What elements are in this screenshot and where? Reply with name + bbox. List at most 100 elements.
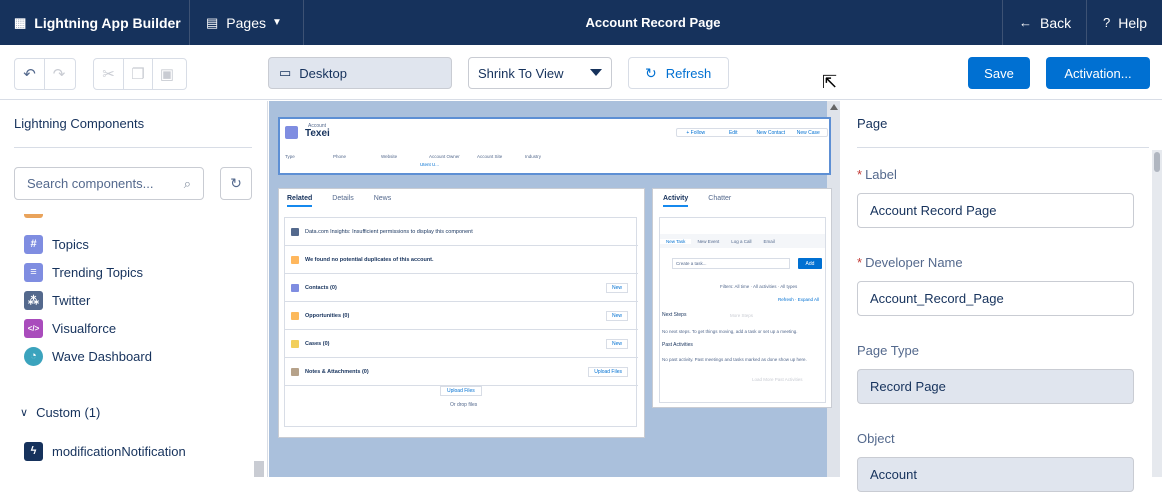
related-label: Data.com Insights: Insufficient permissi… bbox=[305, 228, 473, 235]
component-twitter[interactable]: ⁂ Twitter bbox=[24, 290, 90, 310]
next-steps-heading: Next Steps bbox=[662, 312, 687, 318]
related-list-container: Data.com Insights: Insufficient permissi… bbox=[284, 217, 638, 427]
properties-scrollbar[interactable] bbox=[1152, 150, 1162, 477]
component-topics[interactable]: # Topics bbox=[24, 234, 89, 254]
back-label: Back bbox=[1040, 14, 1072, 31]
view-mode-label: Desktop bbox=[299, 65, 347, 81]
network-icon: ⁂ bbox=[24, 290, 43, 310]
owner-value: Utent U... bbox=[420, 162, 440, 167]
new-button[interactable]: New bbox=[605, 283, 628, 293]
developer-name-text: Developer Name bbox=[865, 255, 963, 270]
custom-section-label: Custom (1) bbox=[36, 405, 101, 420]
refresh-icon: ↻ bbox=[645, 64, 657, 81]
new-button[interactable]: New bbox=[605, 339, 628, 349]
refresh-expand-links[interactable]: Refresh · Expand All bbox=[778, 297, 819, 302]
help-button[interactable]: ? Help bbox=[1086, 0, 1162, 45]
top-bar: ▦ Lightning App Builder ▤ Pages ▼ Accoun… bbox=[0, 0, 1162, 45]
search-placeholder: Search components... bbox=[27, 176, 154, 191]
record-header-component[interactable]: Account Texei + Follow Edit New Contact … bbox=[278, 117, 831, 175]
page-type-value: Record Page bbox=[857, 369, 1134, 404]
label-field-text: Label bbox=[865, 167, 897, 182]
subtab-new-task[interactable]: New Task bbox=[660, 238, 692, 244]
create-task-input[interactable]: Create a task... bbox=[672, 258, 790, 269]
insights-icon bbox=[291, 227, 299, 236]
divider bbox=[14, 147, 252, 148]
desktop-view-button[interactable]: ▭ Desktop bbox=[268, 57, 452, 89]
caret-down-icon bbox=[590, 69, 602, 76]
wave-icon: ◔ bbox=[24, 346, 43, 366]
tab-news[interactable]: News bbox=[374, 195, 392, 207]
add-button[interactable]: Add bbox=[798, 258, 822, 269]
partial-component-icon bbox=[24, 214, 43, 218]
component-trending-topics[interactable]: ≡ Trending Topics bbox=[24, 262, 143, 282]
component-label: modificationNotification bbox=[52, 443, 186, 459]
new-case-button[interactable]: New Case bbox=[790, 129, 828, 136]
past-activities-heading: Past Activities bbox=[662, 342, 693, 348]
field-label: Phone bbox=[333, 154, 347, 159]
upload-files-link[interactable]: Upload Files bbox=[588, 367, 628, 377]
related-row: Opportunities (0) New bbox=[285, 302, 638, 330]
new-button[interactable]: New bbox=[605, 311, 628, 321]
search-input[interactable]: Search components... ⌕ bbox=[14, 167, 204, 200]
opportunities-icon bbox=[291, 311, 299, 320]
page-canvas: Account Texei + Follow Edit New Contact … bbox=[269, 101, 840, 477]
undo-icon[interactable]: ↶ bbox=[15, 59, 44, 89]
lightning-icon: ϟ bbox=[24, 441, 43, 461]
reload-components-button[interactable]: ↻ bbox=[220, 167, 252, 200]
component-label: Trending Topics bbox=[52, 264, 144, 280]
code-icon: </> bbox=[24, 318, 43, 338]
related-tabs-component[interactable]: Related Details News Data.com Insights: … bbox=[278, 188, 645, 438]
tab-related[interactable]: Related bbox=[287, 195, 313, 207]
subtab-new-event[interactable]: New Event bbox=[691, 239, 725, 244]
refresh-icon: ↻ bbox=[230, 175, 242, 191]
tab-chatter[interactable]: Chatter bbox=[708, 195, 731, 207]
edit-button[interactable]: Edit bbox=[715, 129, 753, 136]
tab-activity[interactable]: Activity bbox=[663, 195, 689, 207]
component-visualforce[interactable]: </> Visualforce bbox=[24, 318, 116, 338]
scrollbar-thumb[interactable] bbox=[1154, 152, 1160, 172]
object-value: Account bbox=[857, 457, 1134, 492]
developer-name-input[interactable]: Account_Record_Page bbox=[857, 281, 1134, 316]
activity-tabs-component[interactable]: Activity Chatter New Task New Event Log … bbox=[652, 188, 832, 408]
paste-icon[interactable]: ▣ bbox=[152, 59, 181, 89]
label-field-label: * Label bbox=[857, 167, 897, 182]
subtab-log-call[interactable]: Log a Call bbox=[725, 239, 757, 244]
copy-icon[interactable]: ❐ bbox=[123, 59, 152, 89]
create-task-placeholder: Create a task... bbox=[676, 261, 707, 266]
custom-section-toggle[interactable]: ∨ Custom (1) bbox=[20, 405, 100, 420]
load-more-button[interactable]: Load More Past Activities bbox=[752, 377, 803, 382]
hash-icon: # bbox=[24, 234, 43, 254]
component-label: Wave Dashboard bbox=[52, 348, 152, 364]
cut-icon[interactable]: ✂ bbox=[94, 59, 123, 89]
activation-button[interactable]: Activation... bbox=[1046, 57, 1150, 89]
question-icon: ? bbox=[1103, 15, 1111, 30]
new-contact-button[interactable]: New Contact bbox=[752, 129, 790, 136]
more-steps-button[interactable]: More Steps bbox=[730, 313, 753, 318]
label-input[interactable]: Account Record Page bbox=[857, 193, 1134, 228]
object-label: Object bbox=[857, 431, 895, 446]
redo-icon[interactable]: ↷ bbox=[44, 59, 73, 89]
subtab-email[interactable]: Email bbox=[757, 239, 780, 244]
refresh-button[interactable]: ↻ Refresh bbox=[628, 57, 729, 89]
pages-menu-button[interactable]: ▤ Pages ▼ bbox=[190, 0, 304, 45]
account-icon bbox=[285, 126, 298, 139]
field-label: Account Site bbox=[477, 154, 503, 159]
follow-button[interactable]: + Follow bbox=[677, 129, 715, 136]
component-modification-notification[interactable]: ϟ modificationNotification bbox=[24, 441, 186, 461]
component-wave-dashboard[interactable]: ◔ Wave Dashboard bbox=[24, 346, 152, 366]
scroll-up-icon[interactable] bbox=[830, 104, 838, 110]
monitor-icon: ▭ bbox=[279, 65, 292, 80]
refresh-label: Refresh bbox=[665, 65, 712, 81]
page-icon: ▤ bbox=[206, 14, 219, 30]
duplicates-icon bbox=[291, 255, 299, 264]
zoom-select[interactable]: Shrink To View bbox=[468, 57, 612, 89]
scrollbar-thumb[interactable] bbox=[254, 461, 264, 477]
filters-label: Filters: All time · All activities · All… bbox=[720, 284, 798, 289]
related-label: We found no potential duplicates of this… bbox=[305, 256, 434, 263]
tab-details[interactable]: Details bbox=[332, 195, 353, 207]
chevron-down-icon: ▼ bbox=[272, 17, 282, 28]
upload-files-button[interactable]: Upload Files bbox=[440, 386, 482, 396]
divider bbox=[857, 147, 1149, 148]
back-button[interactable]: ← Back bbox=[1002, 0, 1086, 45]
save-button[interactable]: Save bbox=[968, 57, 1030, 89]
